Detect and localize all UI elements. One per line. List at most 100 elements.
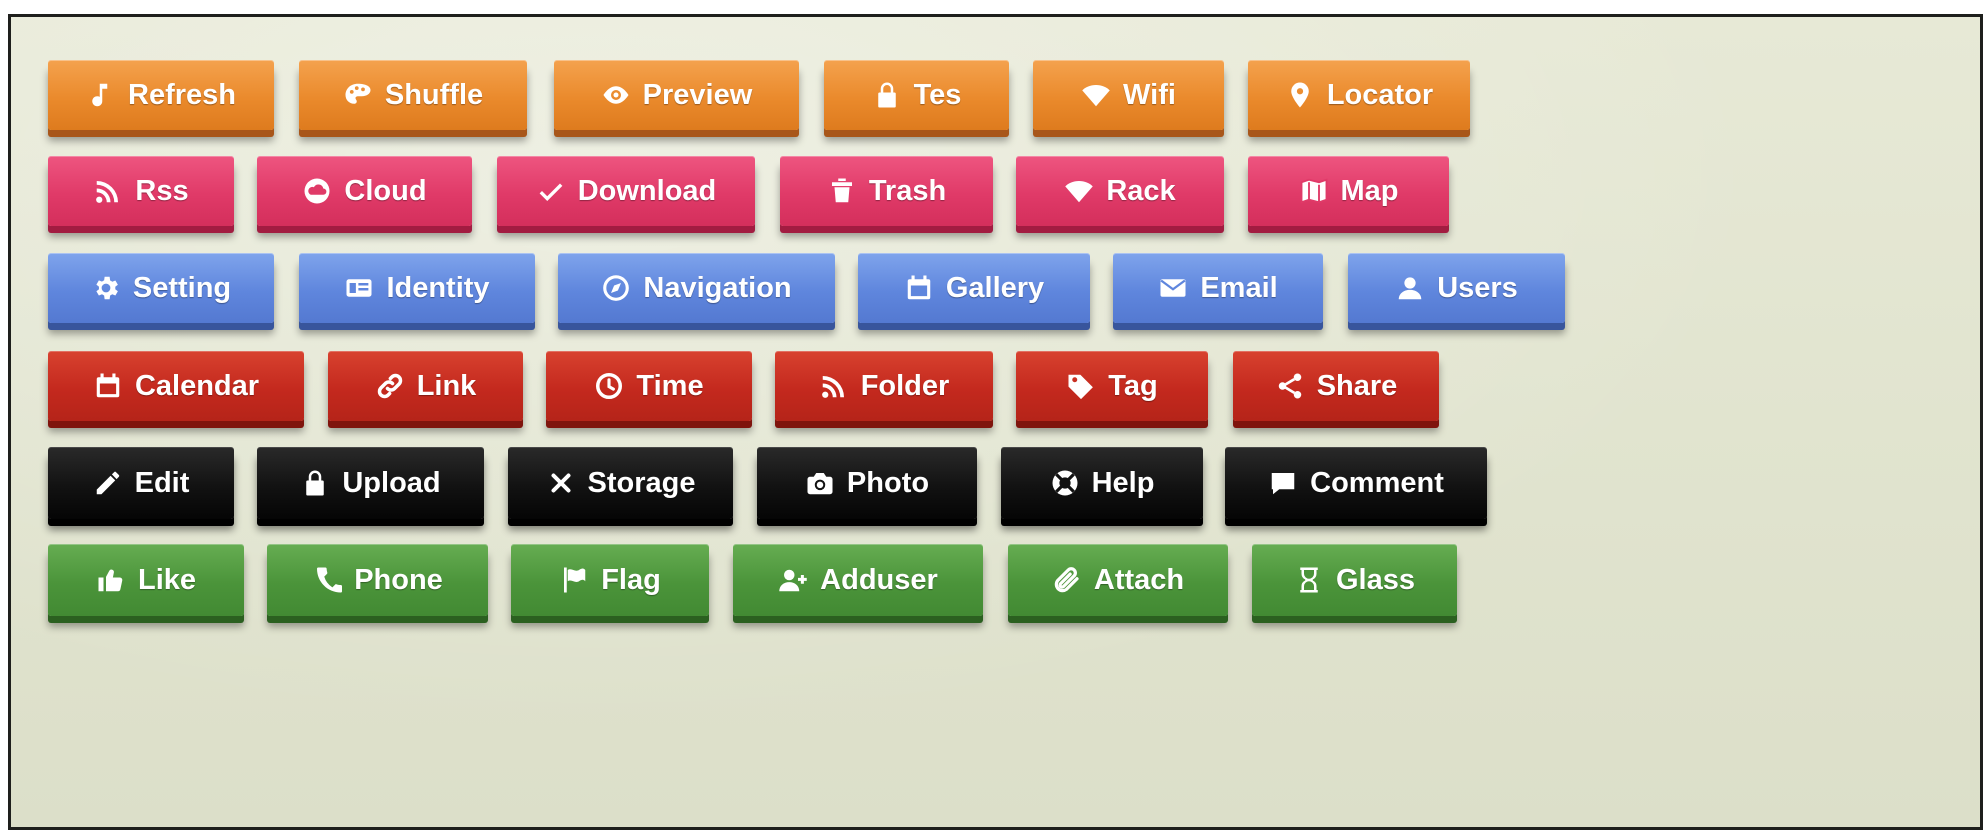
envelope-icon (1158, 273, 1188, 303)
palette-icon (343, 80, 373, 110)
refresh-label: Refresh (128, 78, 236, 111)
locator-label: Locator (1326, 78, 1434, 111)
lifebuoy-icon (1050, 468, 1080, 498)
comment-label: Comment (1310, 466, 1444, 499)
button-showcase-panel: Refresh Shuffle Preview Tes Wifi Locator… (8, 14, 1983, 830)
phone-icon (312, 565, 343, 595)
link-button[interactable]: Link (328, 351, 523, 421)
map-button[interactable]: Map (1248, 156, 1449, 226)
cloud-button[interactable]: Cloud (257, 156, 472, 226)
upload-label: Upload (342, 466, 441, 499)
attach-button[interactable]: Attach (1008, 544, 1228, 616)
thumbs-up-icon (96, 565, 126, 595)
folder-label: Folder (860, 369, 950, 402)
gear-icon (91, 273, 121, 303)
navigation-label: Navigation (643, 271, 792, 304)
like-label: Like (137, 563, 197, 596)
download-button[interactable]: Download (497, 156, 755, 226)
camera-icon (805, 468, 835, 498)
email-button[interactable]: Email (1113, 253, 1323, 323)
edit-label: Edit (134, 466, 190, 499)
map-label: Map (1340, 174, 1399, 207)
identity-button[interactable]: Identity (299, 253, 535, 323)
calendar-icon (93, 371, 123, 401)
tag-icon (1066, 371, 1096, 401)
help-label: Help (1091, 466, 1155, 499)
cloud-label: Cloud (344, 174, 427, 207)
comment-button[interactable]: Comment (1225, 447, 1487, 519)
calendar-button[interactable]: Calendar (48, 351, 304, 421)
tes-label: Tes (913, 78, 962, 111)
link-icon (375, 371, 405, 401)
map-pin-icon (1285, 80, 1315, 110)
share-button[interactable]: Share (1233, 351, 1439, 421)
identity-label: Identity (386, 271, 490, 304)
trash-button[interactable]: Trash (780, 156, 993, 226)
wifi-icon (1081, 80, 1111, 110)
tag-label: Tag (1108, 369, 1158, 402)
calendar-icon (904, 273, 934, 303)
shuffle-button[interactable]: Shuffle (299, 60, 527, 130)
trash-icon (827, 176, 857, 206)
gallery-button[interactable]: Gallery (858, 253, 1090, 323)
tes-button[interactable]: Tes (824, 60, 1009, 130)
glass-label: Glass (1336, 563, 1415, 596)
hourglass-icon (1294, 565, 1324, 595)
map-icon (1299, 176, 1329, 206)
flag-button[interactable]: Flag (511, 544, 709, 616)
close-icon (546, 468, 576, 498)
refresh-button[interactable]: Refresh (48, 60, 274, 130)
trash-label: Trash (868, 174, 947, 207)
download-label: Download (577, 174, 717, 207)
wifi-label: Wifi (1123, 78, 1176, 111)
calendar-label: Calendar (134, 369, 260, 402)
navigation-button[interactable]: Navigation (558, 253, 835, 323)
time-label: Time (636, 369, 704, 402)
share-icon (1275, 371, 1305, 401)
users-label: Users (1437, 271, 1518, 304)
preview-button[interactable]: Preview (554, 60, 799, 130)
rack-button[interactable]: Rack (1016, 156, 1224, 226)
edit-button[interactable]: Edit (48, 447, 234, 519)
rss-button[interactable]: Rss (48, 156, 234, 226)
phone-button[interactable]: Phone (267, 544, 488, 616)
pencil-icon (93, 468, 123, 498)
upload-button[interactable]: Upload (257, 447, 484, 519)
eye-icon (601, 80, 631, 110)
wifi-button[interactable]: Wifi (1033, 60, 1224, 130)
music-icon (86, 80, 116, 110)
flag-label: Flag (601, 563, 661, 596)
storage-label: Storage (587, 466, 696, 499)
comment-icon (1268, 468, 1298, 498)
rss-icon (93, 176, 123, 206)
user-icon (1395, 273, 1425, 303)
paperclip-icon (1052, 565, 1082, 595)
storage-button[interactable]: Storage (508, 447, 733, 519)
rack-label: Rack (1106, 174, 1176, 207)
setting-button[interactable]: Setting (48, 253, 274, 323)
photo-button[interactable]: Photo (757, 447, 977, 519)
flag-icon (559, 565, 589, 595)
tag-button[interactable]: Tag (1016, 351, 1208, 421)
phone-label: Phone (354, 563, 443, 596)
link-label: Link (416, 369, 477, 402)
folder-button[interactable]: Folder (775, 351, 993, 421)
adduser-label: Adduser (820, 563, 938, 596)
attach-label: Attach (1093, 563, 1185, 596)
share-label: Share (1316, 369, 1398, 402)
gallery-label: Gallery (945, 271, 1045, 304)
time-button[interactable]: Time (546, 351, 752, 421)
like-button[interactable]: Like (48, 544, 244, 616)
check-icon (536, 176, 566, 206)
wifi-icon (1064, 176, 1094, 206)
help-button[interactable]: Help (1001, 447, 1203, 519)
lock-icon (872, 80, 902, 110)
adduser-button[interactable]: Adduser (733, 544, 983, 616)
glass-button[interactable]: Glass (1252, 544, 1457, 616)
locator-button[interactable]: Locator (1248, 60, 1470, 130)
rss-icon (819, 371, 849, 401)
photo-label: Photo (846, 466, 930, 499)
cloud-icon (302, 176, 332, 206)
users-button[interactable]: Users (1348, 253, 1565, 323)
rss-label: Rss (135, 174, 189, 207)
